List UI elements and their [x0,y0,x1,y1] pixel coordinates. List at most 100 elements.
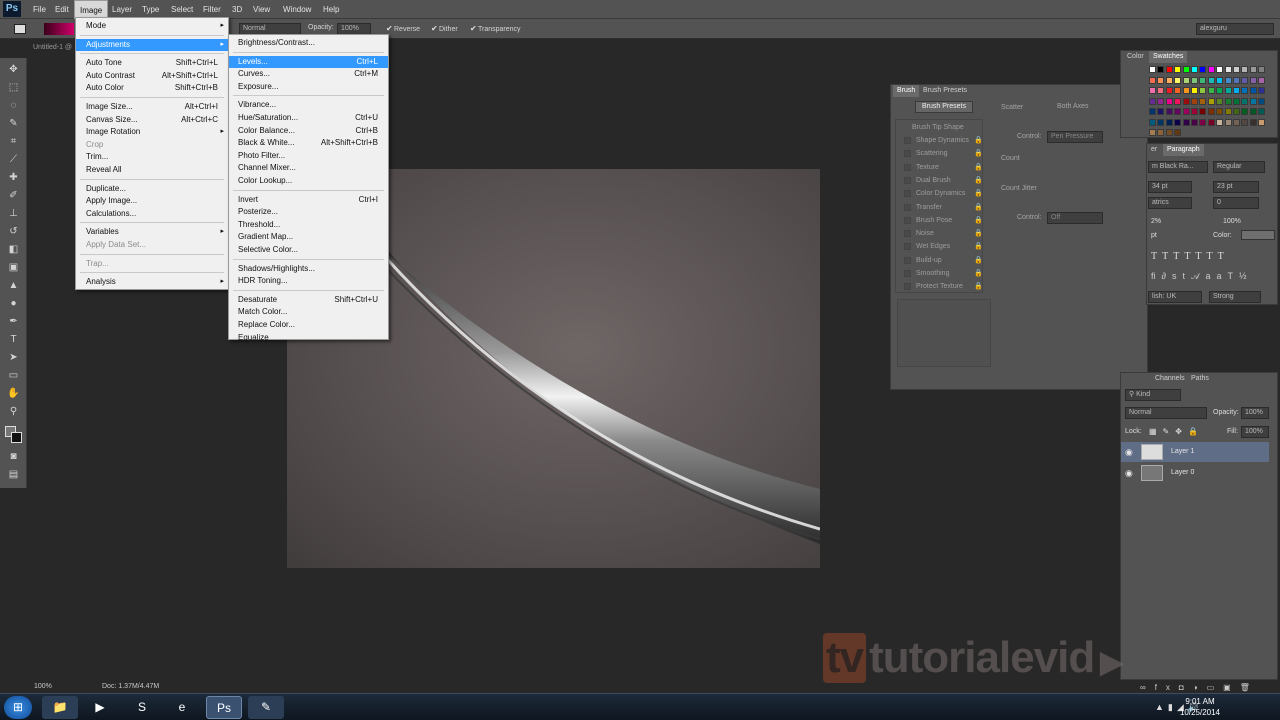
opentype-buttons[interactable]: ﬁ∂st𝒜aaT½ [1151,271,1252,282]
image-menu-item[interactable]: Adjustments ▸ [76,38,228,51]
font-family-select[interactable]: m Black Ra... [1148,161,1208,173]
lasso-tool-icon[interactable]: ◌ [7,99,20,112]
color-swatch[interactable] [1199,97,1207,105]
color-swatch[interactable] [1149,87,1156,94]
color-swatch[interactable] [1149,129,1156,136]
color-swatch[interactable] [1157,97,1165,105]
color-swatch[interactable] [1174,129,1182,136]
path-select-tool-icon[interactable]: ➤ [7,351,20,364]
color-swatch[interactable] [1182,108,1190,115]
layer-row[interactable]: ◉ Layer 1 [1121,442,1269,462]
leading-input[interactable]: 23 pt [1213,181,1259,193]
brush-presets-button[interactable]: Brush Presets [915,101,973,113]
color-swatch[interactable] [1207,97,1215,105]
hand-tool-icon[interactable]: ✋ [7,387,20,400]
doc-info[interactable]: Doc: 1.37M/4.47M [102,683,159,690]
layer-filter-kind[interactable]: ⚲ Kind [1125,389,1181,401]
color-swatch[interactable] [1182,97,1190,105]
adjustments-menu-item[interactable]: Match Color... [229,306,388,318]
crop-tool-icon[interactable]: ⌗ [7,135,20,148]
transparency-checkbox[interactable]: ✔ [470,24,478,33]
brush-option-checkbox[interactable] [904,176,911,184]
color-swatch[interactable] [1149,66,1156,73]
reverse-checkbox[interactable]: ✔ [386,24,394,33]
text-color-swatch[interactable] [1241,230,1275,240]
color-swatch[interactable] [1224,118,1232,126]
visibility-eye-icon[interactable]: ◉ [1125,463,1133,483]
color-swatch[interactable] [1174,108,1182,115]
brush-option-row[interactable]: Build-up 🔒 [902,255,986,267]
start-orb-icon[interactable]: ⊞ [4,696,32,719]
color-swatch[interactable] [1258,118,1266,126]
color-swatch[interactable] [1233,97,1240,105]
tab-brush-presets[interactable]: Brush Presets [919,85,971,97]
brush-option-checkbox[interactable] [904,203,911,211]
lock-icon[interactable]: 🔒 [974,188,983,200]
adjustments-menu-item[interactable]: Replace Color... [229,319,388,331]
layers-footer-buttons[interactable]: ∞fx◘◑▭▣🗑 [1140,683,1270,693]
gradient-tool-icon[interactable]: ▣ [7,261,20,274]
workspace-select[interactable]: alexguru [1196,23,1274,35]
antialias-select[interactable]: Strong [1209,291,1261,303]
color-swatch[interactable] [1258,66,1266,73]
brush-option-row[interactable]: Protect Texture 🔒 [902,281,986,293]
adjustments-menu-item[interactable]: Channel Mixer... [229,162,388,174]
image-menu-item[interactable]: Auto Contrast Alt+Shift+Ctrl+L [76,70,228,82]
healing-tool-icon[interactable]: ✚ [7,171,20,184]
brush-option-checkbox[interactable] [904,137,911,144]
font-size-input[interactable]: 34 pt [1148,181,1192,193]
tab-color[interactable]: Color [1123,51,1148,63]
pen-tool-icon[interactable]: ✒ [7,315,20,328]
adjustments-menu-item[interactable]: Levels... Ctrl+L [229,55,388,68]
color-swatch[interactable] [1191,108,1198,115]
color-swatch[interactable] [1233,66,1240,73]
lock-icon[interactable]: 🔒 [974,281,983,293]
color-swatch[interactable] [1207,118,1215,126]
image-menu-item[interactable]: Auto Tone Shift+Ctrl+L [76,57,228,69]
color-swatch[interactable] [1233,108,1240,115]
skype-icon[interactable]: S [124,696,160,719]
brush-option-row[interactable]: Scattering 🔒 [902,148,986,160]
eyedropper-tool-icon[interactable]: ⟋ [7,153,20,166]
color-swatch[interactable] [1258,87,1266,94]
color-swatch[interactable] [1207,108,1215,115]
color-swatch[interactable] [1165,108,1173,115]
color-swatch[interactable] [1199,108,1207,115]
color-swatch[interactable] [1182,118,1190,126]
vertical-scale-value[interactable]: 2% [1151,218,1161,225]
adjustments-menu-item[interactable]: HDR Toning... [229,275,388,287]
color-swatch[interactable] [1174,87,1182,94]
brush-option-row[interactable]: Smoothing 🔒 [902,268,986,280]
brush-option-checkbox[interactable] [904,150,911,158]
fill-input[interactable]: 100% [1241,426,1269,438]
control-select-2[interactable]: Off [1047,212,1103,224]
color-swatch[interactable] [1241,66,1249,73]
image-menu-item[interactable]: Trim... [76,151,228,163]
color-swatch[interactable] [1241,87,1249,94]
stamp-tool-icon[interactable]: ⊥ [7,207,20,220]
menu-edit[interactable]: Edit [50,0,74,19]
adjustments-menu-item[interactable]: Exposure... [229,81,388,93]
lock-icon[interactable]: 🔒 [974,148,983,160]
adjustments-menu-item[interactable]: Color Lookup... [229,175,388,187]
color-swatch[interactable] [1216,118,1224,126]
color-swatch[interactable] [1165,129,1173,136]
color-swatch[interactable] [1249,118,1257,126]
font-style-select[interactable]: Regular [1213,161,1265,173]
color-swatch[interactable] [1191,66,1198,73]
color-swatch[interactable] [1258,76,1266,84]
color-swatch[interactable] [1224,108,1232,115]
lock-icon[interactable]: 🔒 [974,162,983,174]
image-menu-item[interactable]: Apply Image... [76,195,228,207]
control-select[interactable]: Pen Pressure [1047,131,1103,143]
brush-option-row[interactable]: Dual Brush 🔒 [902,175,986,187]
adjustments-menu-item[interactable]: Selective Color... [229,244,388,256]
blur-tool-icon[interactable]: ▲ [7,279,20,292]
brush-tool-icon[interactable]: ✐ [7,189,20,202]
brush-option-checkbox[interactable] [904,243,911,251]
color-swatch[interactable] [1157,108,1165,115]
image-menu-item[interactable]: Calculations... [76,208,228,220]
color-swatch[interactable] [1241,118,1249,126]
adjustments-menu-item[interactable]: Posterize... [229,206,388,218]
adjustments-menu-item[interactable]: Black & White... Alt+Shift+Ctrl+B [229,137,388,149]
